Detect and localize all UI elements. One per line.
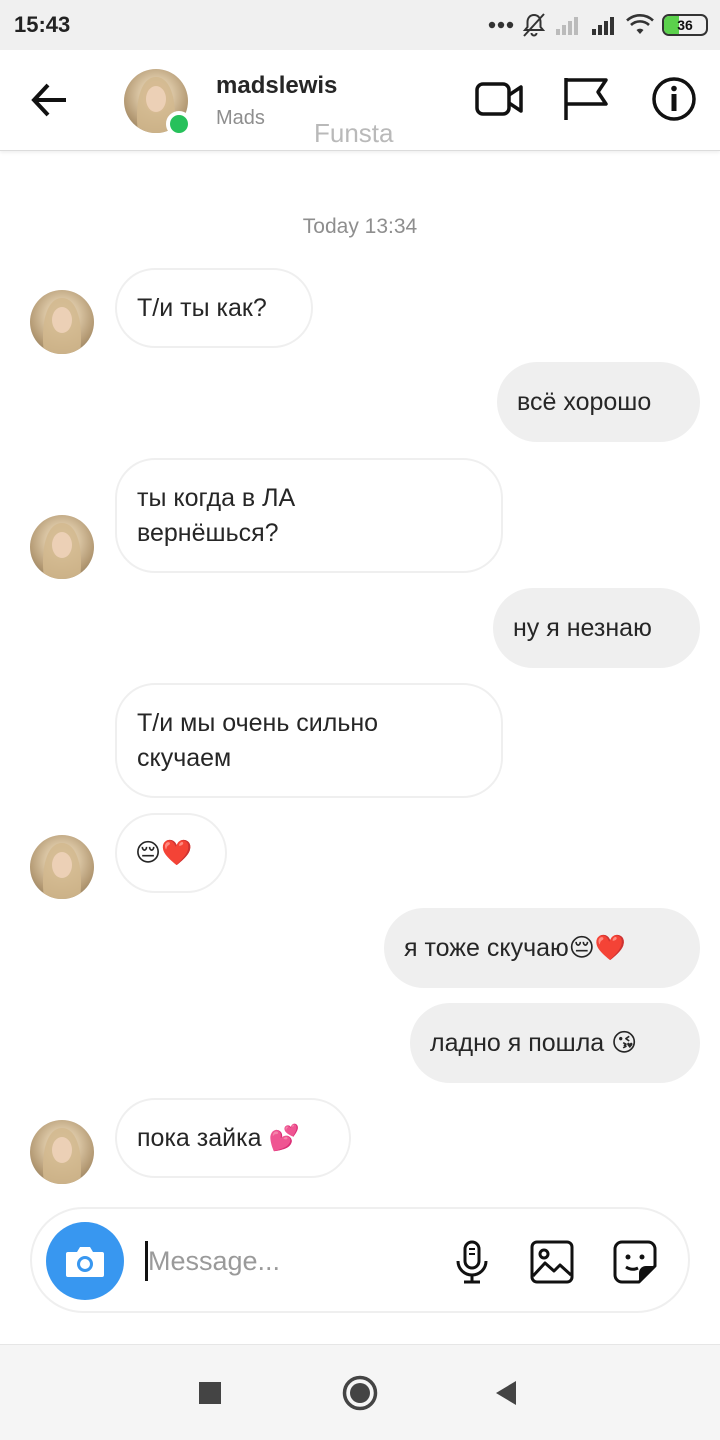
back-arrow-icon <box>31 83 66 117</box>
message-line: Т/и мы очень сильно <box>137 708 379 737</box>
report-flag-button[interactable] <box>562 76 612 122</box>
profile-avatar[interactable] <box>124 69 192 137</box>
message-text: Т/и мы очень сильно скучаем <box>137 706 378 776</box>
home-circle-icon <box>342 1375 378 1411</box>
message-text: ты когда в ЛА вернёшься? <box>137 481 295 551</box>
message-bubble-incoming[interactable]: Т/и ты как? <box>115 268 313 348</box>
system-back-button[interactable] <box>486 1373 526 1413</box>
battery-level: 36 <box>677 17 693 33</box>
message-text: Т/и ты как? <box>137 293 267 322</box>
header-display-name: Mads <box>216 107 265 129</box>
signal-icon <box>590 14 618 36</box>
info-button[interactable] <box>650 76 700 122</box>
message-text: я тоже скучаю😔❤️ <box>404 933 626 962</box>
battery-icon: 36 <box>662 14 708 36</box>
message-text: ладно я пошла 😘 <box>430 1028 638 1057</box>
more-dots-icon <box>488 21 514 29</box>
signal-weak-icon <box>554 14 582 36</box>
microphone-icon <box>456 1240 488 1284</box>
home-button[interactable] <box>340 1373 380 1413</box>
sticker-button[interactable] <box>612 1239 658 1285</box>
info-icon <box>652 77 696 121</box>
flag-icon <box>564 78 608 120</box>
message-text: пока зайка 💕 <box>137 1123 300 1152</box>
system-nav-bar <box>0 1344 720 1440</box>
message-bubble-outgoing[interactable]: ну я незнаю <box>493 588 700 668</box>
message-composer <box>30 1207 690 1313</box>
chat-header: madslewis Mads Funsta <box>0 50 720 151</box>
message-text: всё хорошо <box>517 387 652 416</box>
back-button[interactable] <box>28 80 72 120</box>
back-triangle-icon <box>496 1381 516 1405</box>
header-username[interactable]: madslewis <box>216 72 337 100</box>
sender-avatar[interactable] <box>30 1120 94 1184</box>
voice-message-button[interactable] <box>449 1239 495 1285</box>
recents-button[interactable] <box>190 1373 230 1413</box>
status-time: 15:43 <box>14 12 71 37</box>
video-call-icon <box>475 82 523 116</box>
gallery-icon <box>530 1240 574 1284</box>
wifi-icon <box>626 14 654 36</box>
message-line: ты когда в ЛА <box>137 483 296 512</box>
chat-timestamp: Today 13:34 <box>302 215 418 238</box>
message-bubble-incoming[interactable]: пока зайка 💕 <box>115 1098 351 1178</box>
message-bubble-outgoing[interactable]: всё хорошо <box>497 362 700 442</box>
message-input[interactable] <box>148 1241 428 1281</box>
message-bubble-outgoing[interactable]: ладно я пошла 😘 <box>410 1003 700 1083</box>
camera-button[interactable] <box>46 1222 124 1300</box>
gallery-button[interactable] <box>529 1239 575 1285</box>
sender-avatar[interactable] <box>30 290 94 354</box>
message-bubble-incoming[interactable]: 😔❤️ <box>115 813 227 893</box>
message-text: 😔❤️ <box>135 838 193 867</box>
notifications-off-icon <box>522 12 546 38</box>
message-bubble-incoming[interactable]: ты когда в ЛА вернёшься? <box>115 458 503 573</box>
sender-avatar[interactable] <box>30 835 94 899</box>
message-bubble-outgoing[interactable]: я тоже скучаю😔❤️ <box>384 908 700 988</box>
sticker-icon <box>613 1240 657 1284</box>
online-status-dot <box>166 111 192 137</box>
status-bar: 15:43 36 <box>0 0 720 50</box>
recents-square-icon <box>199 1382 221 1404</box>
message-text: ну я незнаю <box>513 613 652 642</box>
sender-avatar[interactable] <box>30 515 94 579</box>
status-icons: 36 <box>488 12 708 38</box>
message-line: вернёшься? <box>137 518 279 547</box>
message-bubble-incoming[interactable]: Т/и мы очень сильно скучаем <box>115 683 503 798</box>
message-line: скучаем <box>137 743 232 772</box>
camera-icon <box>66 1247 104 1277</box>
header-tag: Funsta <box>314 118 394 148</box>
video-call-button[interactable] <box>474 76 524 122</box>
